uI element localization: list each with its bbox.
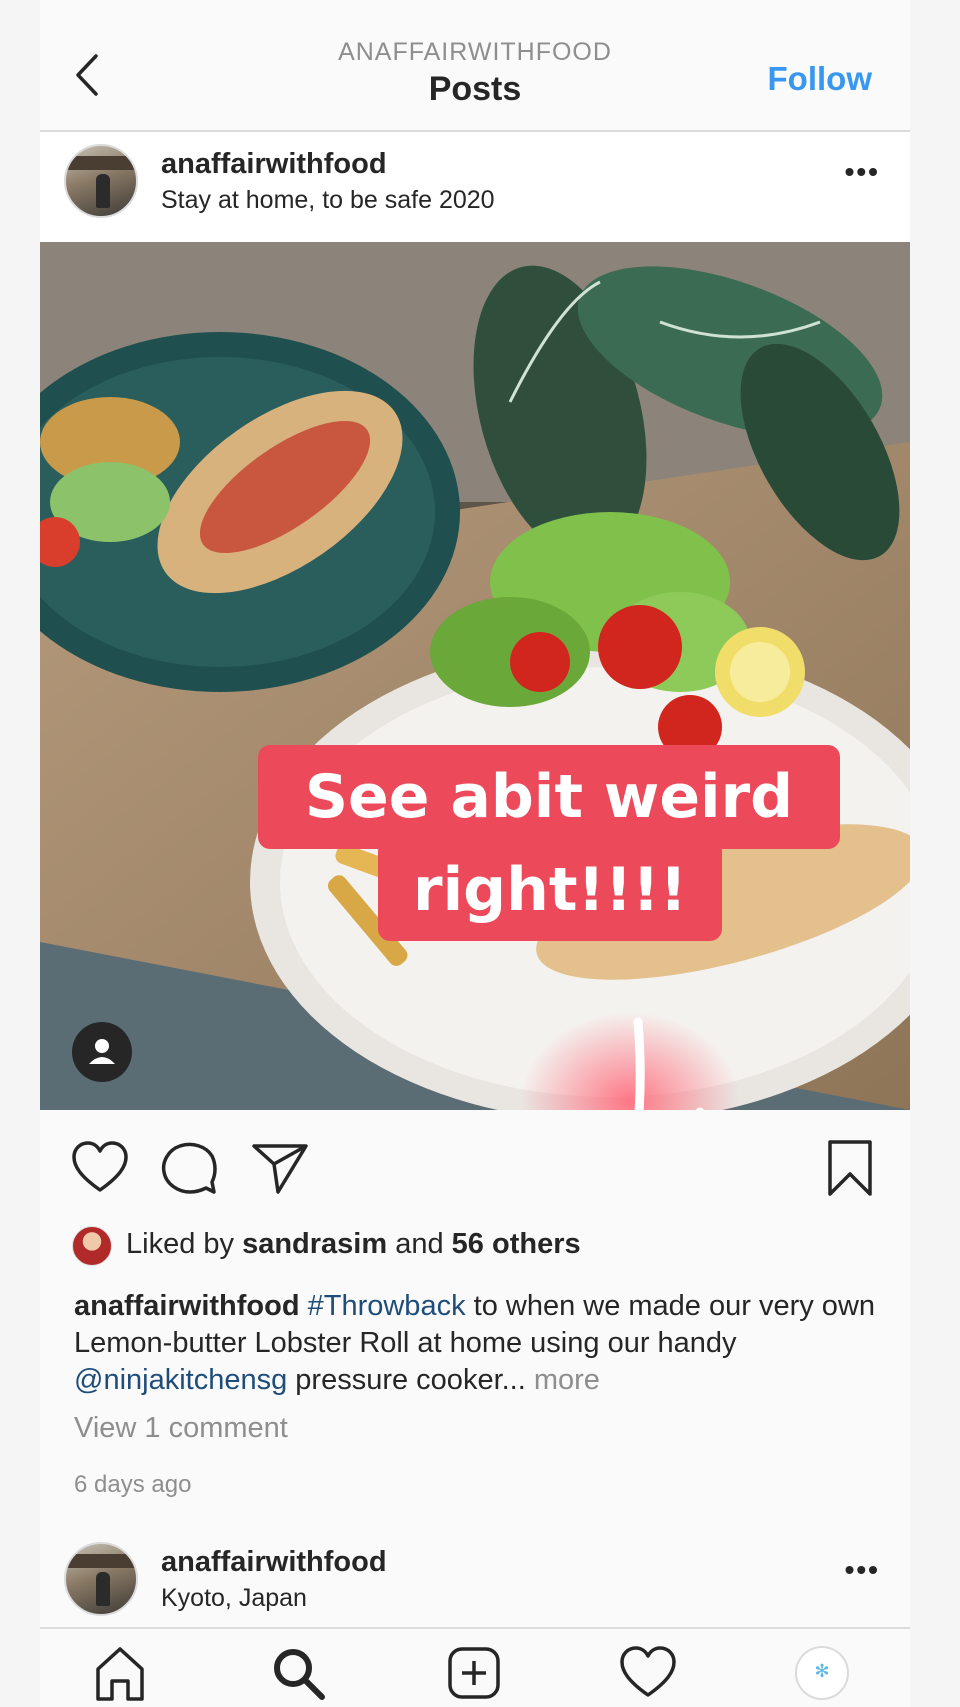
follow-button[interactable]: Follow [768, 60, 872, 98]
person-tag-icon[interactable] [72, 1022, 132, 1082]
svg-text:✻: ✻ [814, 1661, 829, 1682]
home-icon[interactable] [90, 1643, 150, 1703]
caption-author[interactable]: anaffairwithfood [74, 1290, 300, 1322]
next-post-location[interactable]: Kyoto, Japan [161, 1584, 307, 1613]
post-username[interactable]: anaffairwithfood [161, 148, 387, 181]
plus-square-icon[interactable] [444, 1643, 504, 1703]
bottom-tab-bar: ✻ [40, 1627, 910, 1707]
view-comments-link[interactable]: View 1 comment [74, 1412, 288, 1445]
caption-more-link[interactable]: more [534, 1364, 600, 1396]
sticker-text-line-1: See abit weird [258, 745, 840, 849]
heart-icon[interactable] [70, 1138, 130, 1198]
post-header: anaffairwithfood Stay at home, to be saf… [40, 132, 910, 242]
top-header: ANAFFAIRWITHFOOD Posts Follow [40, 0, 910, 132]
liked-others[interactable]: 56 others [452, 1228, 581, 1260]
more-dots-icon[interactable]: ••• [845, 1554, 880, 1586]
more-dots-icon[interactable]: ••• [845, 156, 880, 188]
sticker-text-line-2: right!!!! [378, 839, 722, 941]
search-icon[interactable] [268, 1643, 328, 1703]
post-photo[interactable]: See abit weird right!!!! [40, 242, 910, 1110]
food-photo-illustration [40, 242, 910, 1110]
avatar[interactable] [64, 144, 138, 218]
post-timestamp: 6 days ago [74, 1471, 192, 1498]
post-location[interactable]: Stay at home, to be safe 2020 [161, 186, 495, 215]
liked-user[interactable]: sandrasim [242, 1228, 387, 1260]
liked-and: and [395, 1228, 444, 1260]
paper-plane-icon[interactable] [250, 1138, 310, 1198]
caption-hashtag[interactable]: #Throwback [308, 1290, 466, 1322]
next-post-username[interactable]: anaffairwithfood [161, 1546, 387, 1579]
comment-icon[interactable] [158, 1138, 218, 1198]
liker-avatar[interactable] [72, 1226, 112, 1266]
app-frame: ANAFFAIRWITHFOOD Posts Follow anaffairwi… [40, 0, 910, 1707]
caption-mention[interactable]: @ninjakitchensg [74, 1364, 287, 1396]
post-caption: anaffairwithfood #Throwback to when we m… [74, 1288, 884, 1399]
bookmark-icon[interactable] [820, 1138, 880, 1198]
caption-text-2: pressure cooker... [295, 1364, 526, 1396]
profile-avatar-icon[interactable]: ✻ [792, 1643, 852, 1703]
liked-prefix: Liked by [126, 1228, 235, 1260]
avatar[interactable] [64, 1542, 138, 1616]
next-post-header: anaffairwithfood Kyoto, Japan ••• [40, 1540, 910, 1630]
activity-heart-icon[interactable] [618, 1643, 678, 1703]
